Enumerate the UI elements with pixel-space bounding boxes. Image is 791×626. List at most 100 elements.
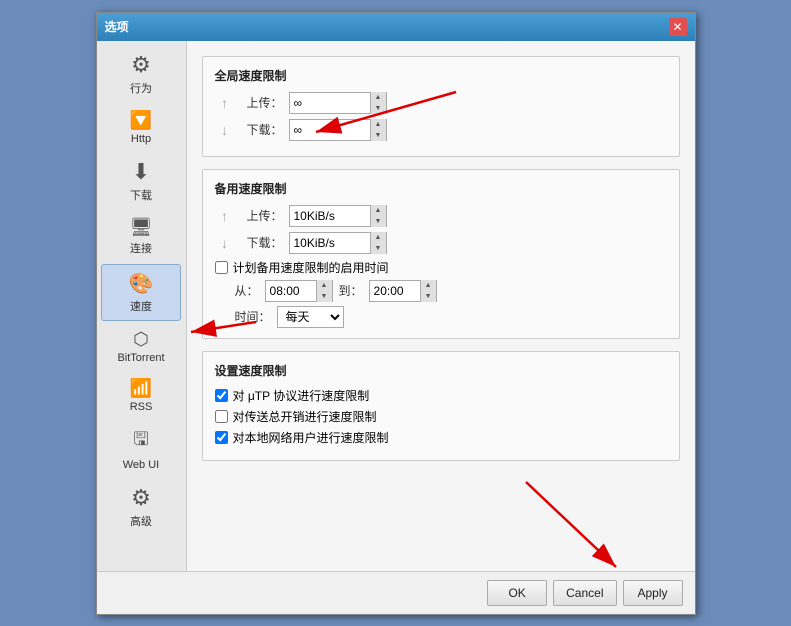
backup-download-input-wrap: ▲ ▼ [289, 232, 387, 254]
backup-upload-input[interactable] [290, 206, 370, 226]
backup-download-network-icon: ↓ [215, 233, 235, 253]
sidebar-item-rss-label: RSS [130, 401, 153, 413]
time-label: 时间： [235, 308, 271, 325]
sidebar-item-rss[interactable]: 📶 RSS [101, 372, 181, 419]
bittorrent-icon: ⬡ [133, 329, 149, 350]
upload-input-wrap: ▲ ▼ [289, 92, 387, 114]
sidebar-item-bittorrent[interactable]: ⬡ BitTorrent [101, 323, 181, 370]
utp-checkbox-row: 对 μTP 协议进行速度限制 [215, 387, 667, 404]
sidebar-item-advanced[interactable]: ⚙ 高级 [101, 479, 181, 535]
upload-label: 上传： [241, 94, 283, 111]
ok-button[interactable]: OK [487, 580, 547, 606]
sidebar-item-connection[interactable]: 🖥 连接 [101, 211, 181, 262]
backup-download-spin-up[interactable]: ▲ [370, 232, 386, 243]
close-button[interactable]: ✕ [669, 18, 687, 36]
backup-download-spin-down[interactable]: ▼ [370, 243, 386, 254]
sidebar-item-speed-label: 速度 [130, 298, 152, 314]
backup-download-spin: ▲ ▼ [370, 232, 386, 254]
backup-upload-spin-up[interactable]: ▲ [370, 205, 386, 216]
sidebar-item-behavior[interactable]: ⚙ 行为 [101, 46, 181, 102]
upload-network-icon: ↑ [215, 93, 235, 113]
upload-row: ↑ 上传： ▲ ▼ [215, 92, 667, 114]
download-label: 下载： [241, 121, 283, 138]
schedule-checkbox[interactable] [215, 261, 228, 274]
rss-icon: 📶 [130, 378, 152, 399]
utp-checkbox-label[interactable]: 对 μTP 协议进行速度限制 [233, 387, 370, 404]
main-content: 全局速度限制 ↑ 上传： ▲ ▼ ↓ [187, 41, 695, 571]
local-net-checkbox-label[interactable]: 对本地网络用户进行速度限制 [233, 429, 389, 446]
sidebar-item-behavior-label: 行为 [130, 80, 152, 96]
from-spin-up[interactable]: ▲ [316, 280, 332, 291]
backup-upload-input-wrap: ▲ ▼ [289, 205, 387, 227]
from-spin: ▲ ▼ [316, 280, 332, 302]
from-spin-down[interactable]: ▼ [316, 291, 332, 302]
download-row: ↓ 下载： ▲ ▼ [215, 119, 667, 141]
overhead-checkbox[interactable] [215, 410, 228, 423]
schedule-time-row: 从： ▲ ▼ 到： ▲ [235, 280, 667, 302]
backup-download-label: 下载： [241, 234, 283, 251]
to-time-input[interactable] [370, 281, 420, 301]
download-input[interactable] [290, 120, 370, 140]
global-speed-limit-section: 全局速度限制 ↑ 上传： ▲ ▼ ↓ [202, 56, 680, 157]
to-spin-up[interactable]: ▲ [420, 280, 436, 291]
schedule-checkbox-label[interactable]: 计划备用速度限制的启用时间 [233, 259, 389, 276]
connection-icon: 🖥 [130, 217, 153, 238]
sidebar-item-connection-label: 连接 [130, 240, 152, 256]
backup-speed-limit-title: 备用速度限制 [215, 180, 667, 197]
upload-input[interactable] [290, 93, 370, 113]
utp-checkbox[interactable] [215, 389, 228, 402]
advanced-icon: ⚙ [131, 485, 151, 511]
download-spin-up[interactable]: ▲ [370, 119, 386, 130]
time-period-select[interactable]: 每天 工作日 周末 [277, 306, 344, 328]
dialog-footer: OK Cancel Apply [97, 571, 695, 614]
upload-spin-down[interactable]: ▼ [370, 103, 386, 114]
backup-upload-spin-down[interactable]: ▼ [370, 216, 386, 227]
sidebar-item-download-label: 下载 [130, 187, 152, 203]
download-icon: ⬇ [132, 159, 150, 185]
behavior-icon: ⚙ [131, 52, 151, 78]
speed-icon: 🎨 [129, 271, 154, 296]
sidebar-item-download[interactable]: ⬇ 下载 [101, 153, 181, 209]
to-label: 到： [339, 282, 363, 299]
from-time-wrap: ▲ ▼ [265, 280, 333, 302]
sidebar-item-speed[interactable]: 🎨 速度 [101, 264, 181, 321]
backup-upload-network-icon: ↑ [215, 206, 235, 226]
download-input-wrap: ▲ ▼ [289, 119, 387, 141]
set-speed-limit-section: 设置速度限制 对 μTP 协议进行速度限制 对传送总开销进行速度限制 对本地网络… [202, 351, 680, 461]
to-spin: ▲ ▼ [420, 280, 436, 302]
schedule-checkbox-row: 计划备用速度限制的启用时间 [215, 259, 667, 276]
download-network-icon: ↓ [215, 120, 235, 140]
title-bar: 选项 ✕ [97, 13, 695, 41]
backup-upload-row: ↑ 上传： ▲ ▼ [215, 205, 667, 227]
dialog-title: 选项 [105, 18, 129, 35]
sidebar-item-bittorrent-label: BitTorrent [117, 352, 164, 364]
local-net-checkbox[interactable] [215, 431, 228, 444]
global-speed-limit-title: 全局速度限制 [215, 67, 667, 84]
from-time-input[interactable] [266, 281, 316, 301]
cancel-button[interactable]: Cancel [553, 580, 616, 606]
backup-speed-limit-section: 备用速度限制 ↑ 上传： ▲ ▼ ↓ [202, 169, 680, 339]
upload-spin: ▲ ▼ [370, 92, 386, 114]
backup-download-row: ↓ 下载： ▲ ▼ [215, 232, 667, 254]
backup-upload-label: 上传： [241, 207, 283, 224]
from-label: 从： [235, 282, 259, 299]
sidebar-item-http-label: Http [131, 133, 151, 145]
overhead-checkbox-label[interactable]: 对传送总开销进行速度限制 [233, 408, 377, 425]
backup-upload-spin: ▲ ▼ [370, 205, 386, 227]
download-spin-down[interactable]: ▼ [370, 130, 386, 141]
time-period-row: 时间： 每天 工作日 周末 [235, 306, 667, 328]
sidebar-item-http[interactable]: 🔽 Http [101, 104, 181, 151]
to-spin-down[interactable]: ▼ [420, 291, 436, 302]
webui-icon: 🖫 [133, 427, 148, 457]
set-speed-limit-title: 设置速度限制 [215, 362, 667, 379]
sidebar-item-webui[interactable]: 🖫 Web UI [101, 421, 181, 477]
upload-spin-up[interactable]: ▲ [370, 92, 386, 103]
backup-download-input[interactable] [290, 233, 370, 253]
overhead-checkbox-row: 对传送总开销进行速度限制 [215, 408, 667, 425]
to-time-wrap: ▲ ▼ [369, 280, 437, 302]
sidebar: ⚙ 行为 🔽 Http ⬇ 下载 🖥 连接 [97, 41, 187, 571]
sidebar-item-webui-label: Web UI [123, 459, 159, 471]
sidebar-item-advanced-label: 高级 [130, 513, 152, 529]
apply-button[interactable]: Apply [623, 580, 683, 606]
download-spin: ▲ ▼ [370, 119, 386, 141]
